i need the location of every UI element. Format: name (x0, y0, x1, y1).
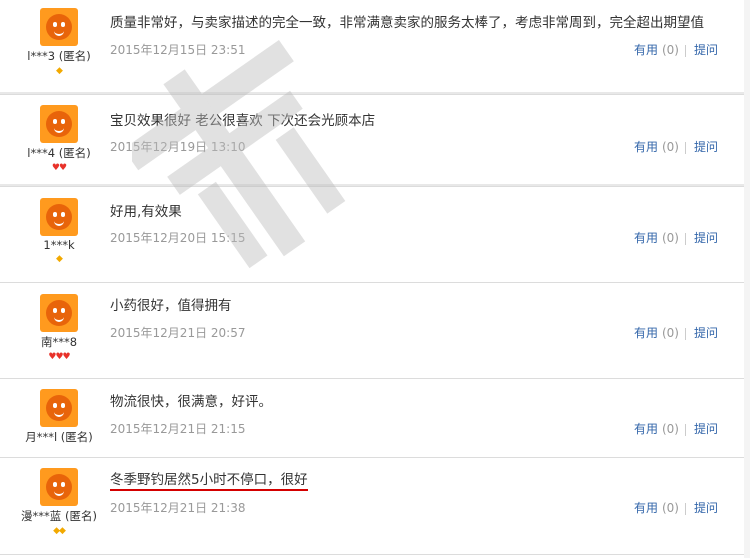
review-date: 2015年12月21日 20:57 (110, 326, 246, 340)
divider (684, 502, 686, 515)
divider (684, 44, 686, 57)
review-date: 2015年12月21日 21:15 (110, 422, 246, 436)
ask-button[interactable]: 提问 (694, 43, 718, 57)
reviewer-name: 漫***蓝 (匿名) (21, 509, 97, 523)
rank-icon: ◆◆ (53, 526, 66, 536)
useful-button[interactable]: 有用 (634, 326, 658, 340)
divider (684, 327, 686, 340)
review-date: 2015年12月21日 21:38 (110, 501, 246, 515)
rank-icon: ◆ (56, 254, 63, 264)
useful-button[interactable]: 有用 (634, 231, 658, 245)
reviewer-info: l***4 (匿名) ♥♥ (0, 105, 118, 173)
review-item: 南***8 ♥♥♥ 小药很好，值得拥有 2015年12月21日 20:57 有用… (0, 283, 744, 379)
review-content: 质量非常好，与卖家描述的完全一致，非常满意卖家的服务太棒了，考虑非常周到，完全超… (110, 15, 704, 31)
avatar[interactable] (40, 198, 78, 236)
ask-button[interactable]: 提问 (694, 231, 718, 245)
rank-icon: ♥♥ (51, 163, 67, 173)
reviewer-info: 1***k ◆ (0, 198, 118, 264)
avatar[interactable] (40, 389, 78, 427)
useful-button[interactable]: 有用 (634, 140, 658, 154)
review-date: 2015年12月20日 15:15 (110, 231, 246, 245)
review-item: 漫***蓝 (匿名) ◆◆ 冬季野钓居然5小时不停口，很好 2015年12月21… (0, 458, 744, 555)
ask-button[interactable]: 提问 (694, 326, 718, 340)
useful-count: (0) (661, 140, 679, 154)
divider (684, 423, 686, 436)
review-actions: 有用 (0) 提问 (634, 324, 718, 341)
reviewer-info: 漫***蓝 (匿名) ◆◆ (0, 468, 118, 536)
rank-icon: ◆ (56, 66, 63, 76)
reviewer-info: 月***l (匿名) (0, 389, 118, 445)
review-item: l***4 (匿名) ♥♥ 宝贝效果很好 老公很喜欢 下次还会光顾本店 2015… (0, 95, 744, 187)
reviewer-name: l***3 (匿名) (27, 49, 91, 63)
reviewer-name: 南***8 (40, 335, 78, 349)
divider (684, 232, 686, 245)
divider (684, 141, 686, 154)
ask-button[interactable]: 提问 (694, 422, 718, 436)
useful-button[interactable]: 有用 (634, 43, 658, 57)
reviewer-name: 1***k (43, 238, 75, 252)
reviewer-info: l***3 (匿名) ◆ (0, 8, 118, 76)
avatar[interactable] (40, 294, 78, 332)
useful-count: (0) (661, 422, 679, 436)
rank-icon: ♥♥♥ (48, 352, 70, 362)
ask-button[interactable]: 提问 (694, 501, 718, 515)
review-item: 月***l (匿名) 物流很快，很满意，好评。 2015年12月21日 21:1… (0, 379, 744, 458)
useful-button[interactable]: 有用 (634, 501, 658, 515)
useful-count: (0) (661, 43, 679, 57)
review-actions: 有用 (0) 提问 (634, 499, 718, 516)
review-actions: 有用 (0) 提问 (634, 41, 718, 58)
ask-button[interactable]: 提问 (694, 140, 718, 154)
avatar[interactable] (40, 8, 78, 46)
review-content: 宝贝效果很好 老公很喜欢 下次还会光顾本店 (110, 113, 376, 129)
review-date: 2015年12月15日 23:51 (110, 43, 246, 57)
useful-count: (0) (661, 231, 679, 245)
review-actions: 有用 (0) 提问 (634, 229, 718, 246)
reviewer-info: 南***8 ♥♥♥ (0, 294, 118, 362)
scrollbar[interactable] (744, 0, 750, 558)
review-actions: 有用 (0) 提问 (634, 138, 718, 155)
review-content: 小药很好，值得拥有 (110, 298, 232, 314)
useful-button[interactable]: 有用 (634, 422, 658, 436)
useful-count: (0) (661, 326, 679, 340)
review-actions: 有用 (0) 提问 (634, 420, 718, 437)
reviewer-name: 月***l (匿名) (25, 430, 93, 444)
reviewer-name: l***4 (匿名) (27, 146, 91, 160)
review-content: 冬季野钓居然5小时不停口，很好 (110, 468, 308, 491)
review-date: 2015年12月19日 13:10 (110, 140, 246, 154)
review-item: l***3 (匿名) ◆ 质量非常好，与卖家描述的完全一致，非常满意卖家的服务太… (0, 0, 744, 95)
avatar[interactable] (40, 468, 78, 506)
review-content: 好用,有效果 (110, 204, 182, 220)
review-item: 1***k ◆ 好用,有效果 2015年12月20日 15:15 有用 (0) 提问 (0, 187, 744, 283)
useful-count: (0) (661, 501, 679, 515)
review-content: 物流很快，很满意，好评。 (110, 394, 272, 410)
avatar[interactable] (40, 105, 78, 143)
